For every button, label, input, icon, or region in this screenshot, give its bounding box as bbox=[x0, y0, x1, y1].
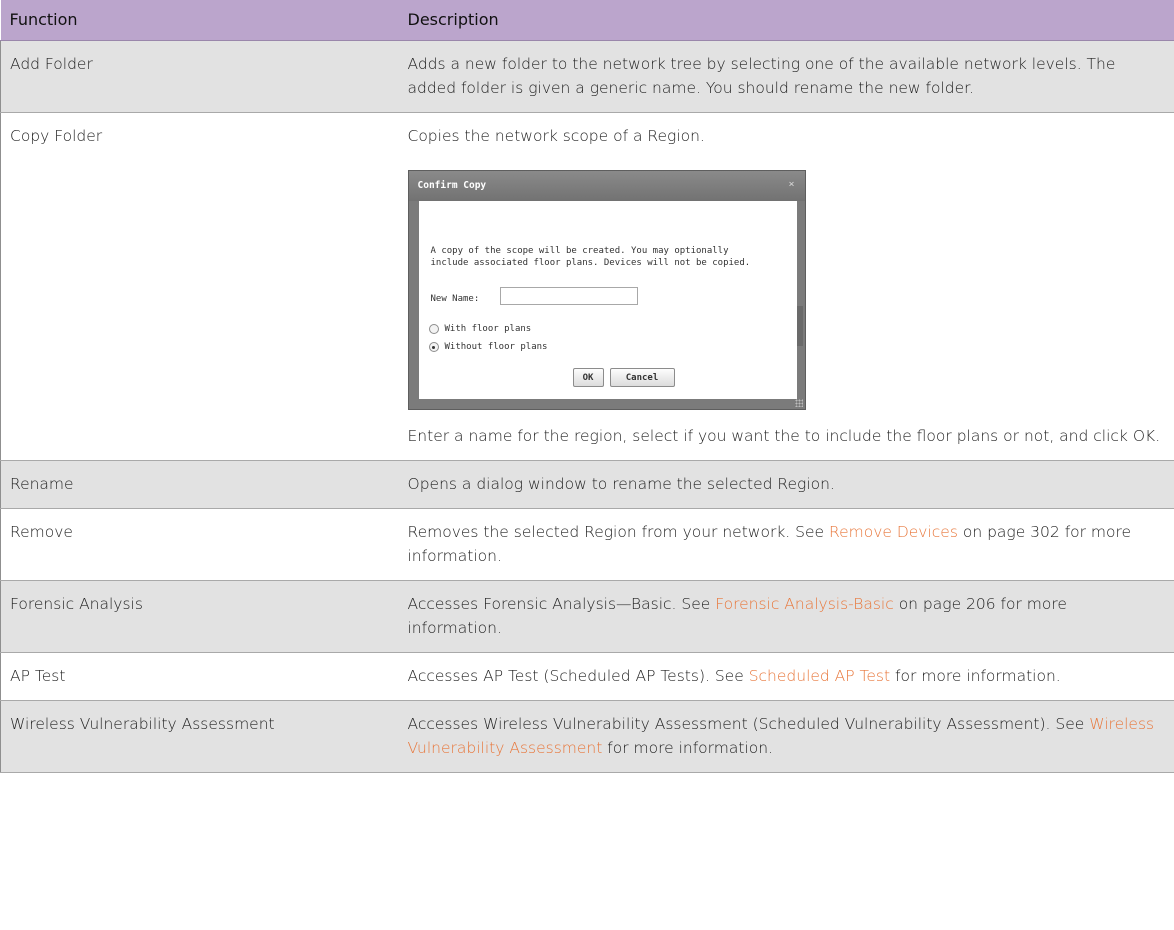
table-row: Forensic Analysis Accesses Forensic Anal… bbox=[0, 580, 1174, 653]
function-cell: Remove bbox=[0, 508, 399, 581]
confirm-copy-dialog: Confirm Copy × A copy of the scope will … bbox=[407, 170, 806, 410]
dialog-message: A copy of the scope will be created. You… bbox=[430, 246, 751, 268]
close-icon: × bbox=[788, 179, 795, 190]
option-without-floor-plans: Without floor plans bbox=[428, 341, 548, 353]
description-cell: Adds a new folder to the network tree by… bbox=[398, 40, 1174, 113]
description-cell: Accesses Forensic Analysis—Basic. See Fo… bbox=[398, 580, 1174, 653]
desc-post: for more information. bbox=[602, 739, 773, 757]
description-cell: Copies the network scope of a Region. Co… bbox=[398, 112, 1174, 461]
function-cell: Rename bbox=[0, 460, 399, 509]
function-cell: Wireless Vulnerability Assessment bbox=[0, 700, 399, 773]
forensic-analysis-basic-link[interactable]: Forensic Analysis-Basic bbox=[715, 595, 894, 613]
new-name-field bbox=[499, 287, 638, 305]
remove-devices-link[interactable]: Remove Devices bbox=[829, 523, 958, 541]
scrollbar bbox=[796, 306, 803, 346]
scheduled-ap-test-link[interactable]: Scheduled AP Test bbox=[749, 667, 890, 685]
function-cell: Add Folder bbox=[0, 40, 399, 113]
option-with-floor-plans: With floor plans bbox=[428, 323, 532, 335]
dialog-body: A copy of the scope will be created. You… bbox=[418, 201, 797, 399]
description-text: Copies the network scope of a Region. bbox=[407, 127, 705, 145]
option-without-label: Without floor plans bbox=[444, 342, 548, 352]
dialog-titlebar: Confirm Copy × bbox=[408, 171, 805, 201]
new-name-label: New Name: bbox=[430, 294, 480, 304]
function-cell: Forensic Analysis bbox=[0, 580, 399, 653]
desc-pre: Accesses Wireless Vulnerability Assessme… bbox=[407, 715, 1090, 733]
description-text-after: Enter a name for the region, select if y… bbox=[407, 427, 1161, 445]
option-with-label: With floor plans bbox=[444, 324, 532, 334]
header-description: Description bbox=[398, 0, 1174, 41]
function-cell: Copy Folder bbox=[0, 112, 399, 461]
table-row: AP Test Accesses AP Test (Scheduled AP T… bbox=[0, 652, 1174, 701]
confirm-copy-dialog-screenshot: Confirm Copy × A copy of the scope will … bbox=[407, 170, 1166, 410]
description-cell: Opens a dialog window to rename the sele… bbox=[398, 460, 1174, 509]
desc-pre: Accesses AP Test (Scheduled AP Tests). S… bbox=[407, 667, 749, 685]
ok-button: OK bbox=[572, 368, 604, 387]
table-row: Copy Folder Copies the network scope of … bbox=[0, 112, 1174, 461]
table-header-row: Function Description bbox=[0, 0, 1174, 41]
description-cell: Accesses Wireless Vulnerability Assessme… bbox=[398, 700, 1174, 773]
radio-with-floor-plans bbox=[428, 324, 439, 334]
radio-without-floor-plans bbox=[428, 342, 439, 352]
table-row: Add Folder Adds a new folder to the netw… bbox=[0, 40, 1174, 113]
table-row: Wireless Vulnerability Assessment Access… bbox=[0, 700, 1174, 773]
header-function: Function bbox=[0, 0, 399, 41]
description-cell: Accesses AP Test (Scheduled AP Tests). S… bbox=[398, 652, 1174, 701]
dialog-title: Confirm Copy bbox=[417, 180, 487, 191]
description-cell: Removes the selected Region from your ne… bbox=[398, 508, 1174, 581]
resize-grip-icon bbox=[794, 399, 803, 407]
cancel-button: Cancel bbox=[609, 368, 675, 387]
table-row: Rename Opens a dialog window to rename t… bbox=[0, 460, 1174, 509]
desc-post: for more information. bbox=[890, 667, 1061, 685]
table-row: Remove Removes the selected Region from … bbox=[0, 508, 1174, 581]
function-cell: AP Test bbox=[0, 652, 399, 701]
function-description-table: Function Description Add Folder Adds a n… bbox=[0, 0, 1174, 773]
desc-pre: Removes the selected Region from your ne… bbox=[407, 523, 829, 541]
desc-pre: Accesses Forensic Analysis—Basic. See bbox=[407, 595, 716, 613]
